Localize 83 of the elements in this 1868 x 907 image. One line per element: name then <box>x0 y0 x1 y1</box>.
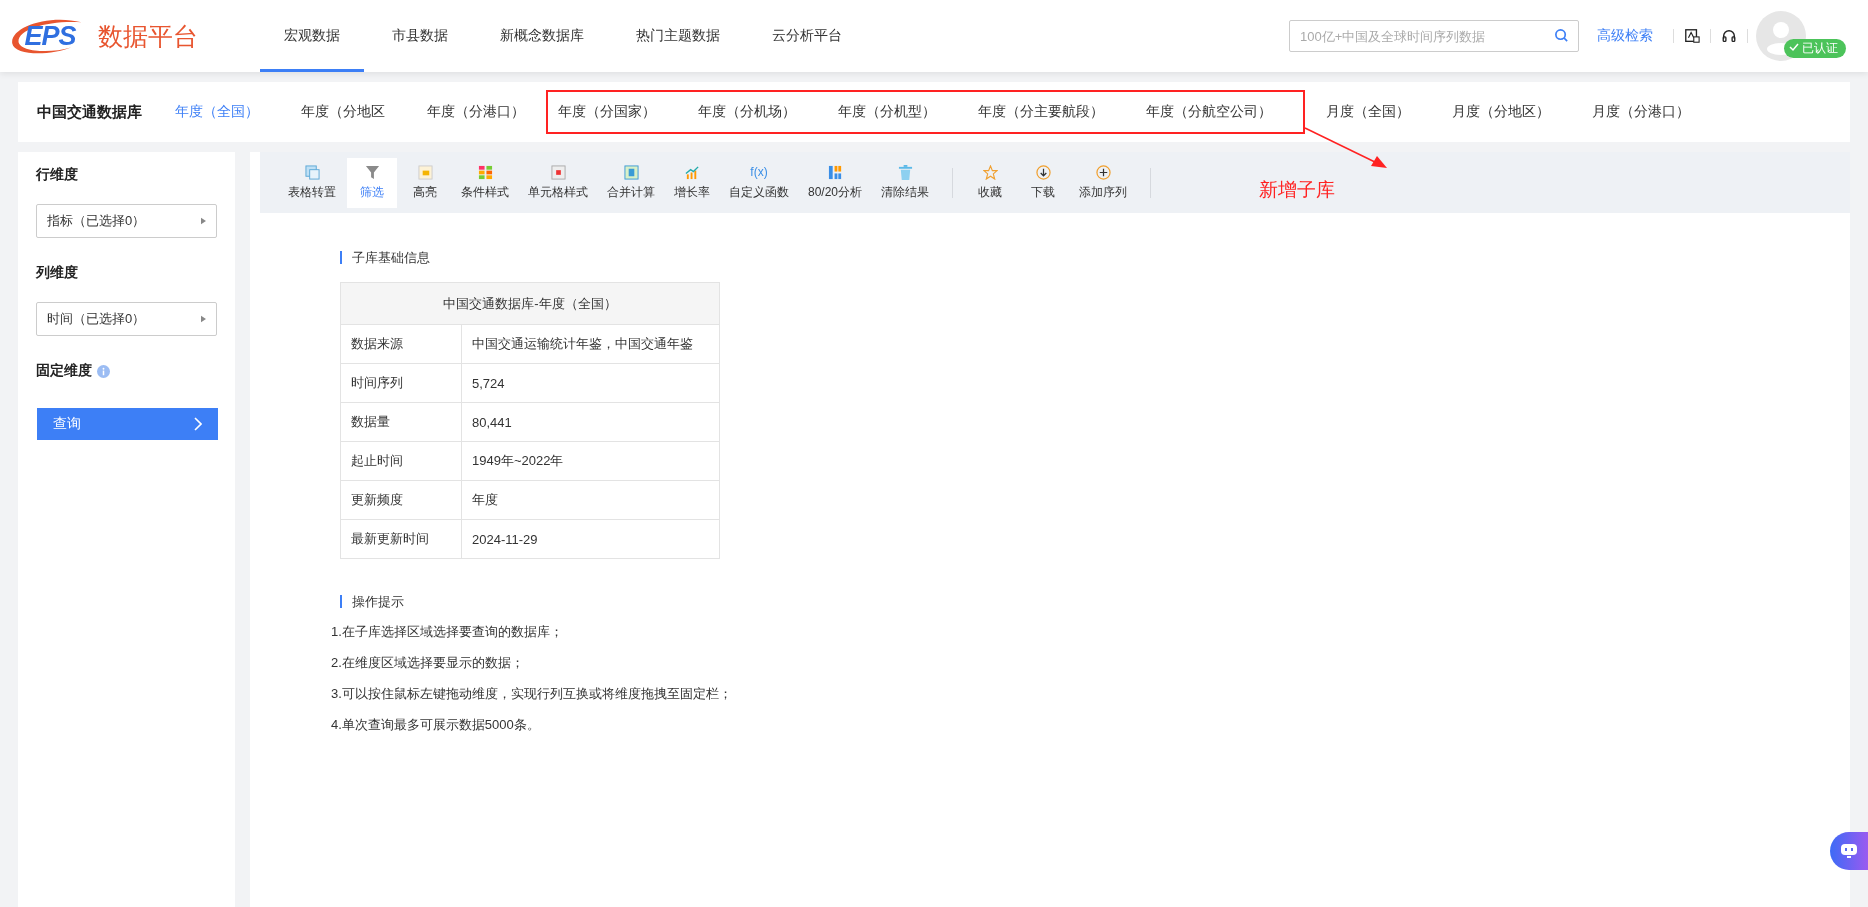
database-tab[interactable]: 月度（全国） <box>1315 103 1421 121</box>
dimension-title: 列维度 <box>36 264 79 282</box>
table-cell: 时间序列 <box>340 363 462 403</box>
merge-table-icon <box>623 164 639 180</box>
tip-text: 3.可以按住鼠标左键拖动维度，实现行列互换或将维度拖拽至固定栏； <box>331 686 733 702</box>
table-title: 中国交通数据库-年度（全国） <box>340 282 720 325</box>
nav-tab[interactable]: 宏观数据 <box>260 0 364 72</box>
annotation-text: 新增子库 <box>1259 177 1336 202</box>
table-cell: 更新频度 <box>340 480 462 520</box>
database-tab[interactable]: 月度（分地区） <box>1441 103 1561 121</box>
logo-mark[interactable]: EPS <box>8 14 92 58</box>
database-tab[interactable]: 年度（分机型） <box>827 103 947 121</box>
toolbar-button[interactable]: f(x) 自定义函数 <box>721 157 797 208</box>
color-grid-icon <box>477 164 493 180</box>
check-icon <box>1789 42 1799 52</box>
funnel-icon <box>364 164 380 180</box>
table-cell: 最新更新时间 <box>340 519 462 559</box>
bars-icon <box>827 164 843 180</box>
caret-icon <box>201 217 206 225</box>
toolbar-button[interactable]: 80/20分析 <box>800 157 871 208</box>
nav-tab[interactable]: 市县数据 <box>368 0 472 72</box>
database-tab[interactable]: 年度（分港口） <box>416 103 536 121</box>
search-icon[interactable] <box>1554 28 1569 43</box>
growth-chart-icon <box>684 164 700 180</box>
database-tab[interactable]: 年度（分主要航段） <box>967 103 1115 121</box>
robot-icon <box>1839 842 1859 860</box>
verified-badge: 已认证 <box>1784 39 1846 58</box>
nav-tab[interactable]: 新概念数据库 <box>476 0 608 72</box>
dimension-title: 行维度 <box>36 166 79 184</box>
toolbar-button[interactable]: 条件样式 <box>453 157 517 208</box>
tip-text: 2.在维度区域选择要显示的数据； <box>331 655 525 671</box>
toolbar-button[interactable]: 添加序列 <box>1071 157 1136 208</box>
dimension-title: 固定维度 <box>36 362 92 380</box>
plus-circle-icon <box>1095 164 1111 180</box>
database-tab[interactable]: 年度（分国家） <box>548 103 667 121</box>
toolbar-button[interactable]: 下载 <box>1018 157 1069 208</box>
section-heading: 操作提示 <box>340 595 1850 608</box>
toolbar-button[interactable]: 高亮 <box>400 157 450 208</box>
chat-bot-button[interactable] <box>1830 832 1868 870</box>
toolbar-button[interactable]: 表格转置 <box>280 157 344 208</box>
toolbar-button[interactable]: 清除结果 <box>873 157 938 208</box>
search-field[interactable]: 100亿+中国及全球时间序列数据 <box>1289 20 1579 52</box>
table-cell: 80,441 <box>461 402 720 442</box>
query-button[interactable]: 查询 <box>37 408 218 440</box>
section-heading: 子库基础信息 <box>340 251 1850 264</box>
tip-text: 4.单次查询最多可展示数据5000条。 <box>331 717 541 733</box>
table-cell: 年度 <box>461 480 720 520</box>
toolbar-button[interactable]: 增长率 <box>666 157 718 208</box>
database-tab[interactable]: 年度（分航空公司） <box>1135 103 1283 121</box>
table-cell: 2024-11-29 <box>461 519 720 559</box>
table-cell: 数据量 <box>340 402 462 442</box>
trash-icon <box>897 164 913 180</box>
dimension-select[interactable]: 时间（已选择0） <box>36 302 217 336</box>
database-tab[interactable]: 年度（分机场） <box>687 103 807 121</box>
tip-text: 1.在子库选择区域选择要查询的数据库； <box>331 624 564 640</box>
image-translate-icon[interactable] <box>1684 28 1700 44</box>
table-cell: 1949年~2022年 <box>461 441 720 481</box>
database-tab[interactable]: 月度（分港口） <box>1581 103 1701 121</box>
table-cell: 数据来源 <box>340 324 462 364</box>
grid-cell-icon <box>550 164 566 180</box>
table-cell: 中国交通运输统计年鉴，中国交通年鉴 <box>461 324 720 364</box>
logo-name[interactable]: 数据平台 <box>98 19 198 53</box>
dimension-select[interactable]: 指标（已选择0） <box>36 204 217 238</box>
highlight-icon <box>417 164 433 180</box>
advanced-search-link[interactable]: 高级检索 <box>1597 27 1653 45</box>
nav-tab[interactable]: 云分析平台 <box>748 0 866 72</box>
database-tab[interactable]: 年度（全国） <box>164 103 270 121</box>
headset-icon[interactable] <box>1721 28 1737 44</box>
toolbar-button[interactable]: 收藏 <box>965 157 1016 208</box>
table-cell: 起止时间 <box>340 441 462 481</box>
table-cell: 5,724 <box>461 363 720 403</box>
toolbar-button[interactable]: 合并计算 <box>599 157 663 208</box>
download-icon <box>1035 164 1051 180</box>
toolbar-button[interactable]: 筛选 <box>347 157 397 208</box>
caret-icon <box>201 315 206 323</box>
function-icon: f(x) <box>750 164 768 180</box>
database-tab[interactable]: 年度（分地区 <box>290 103 396 121</box>
chevron-right-icon <box>194 417 202 431</box>
database-title: 中国交通数据库 <box>37 102 142 122</box>
nav-tab[interactable]: 热门主题数据 <box>612 0 744 72</box>
toolbar-button[interactable]: 单元格样式 <box>520 157 596 208</box>
star-icon <box>982 164 998 180</box>
table-icon <box>304 164 320 180</box>
